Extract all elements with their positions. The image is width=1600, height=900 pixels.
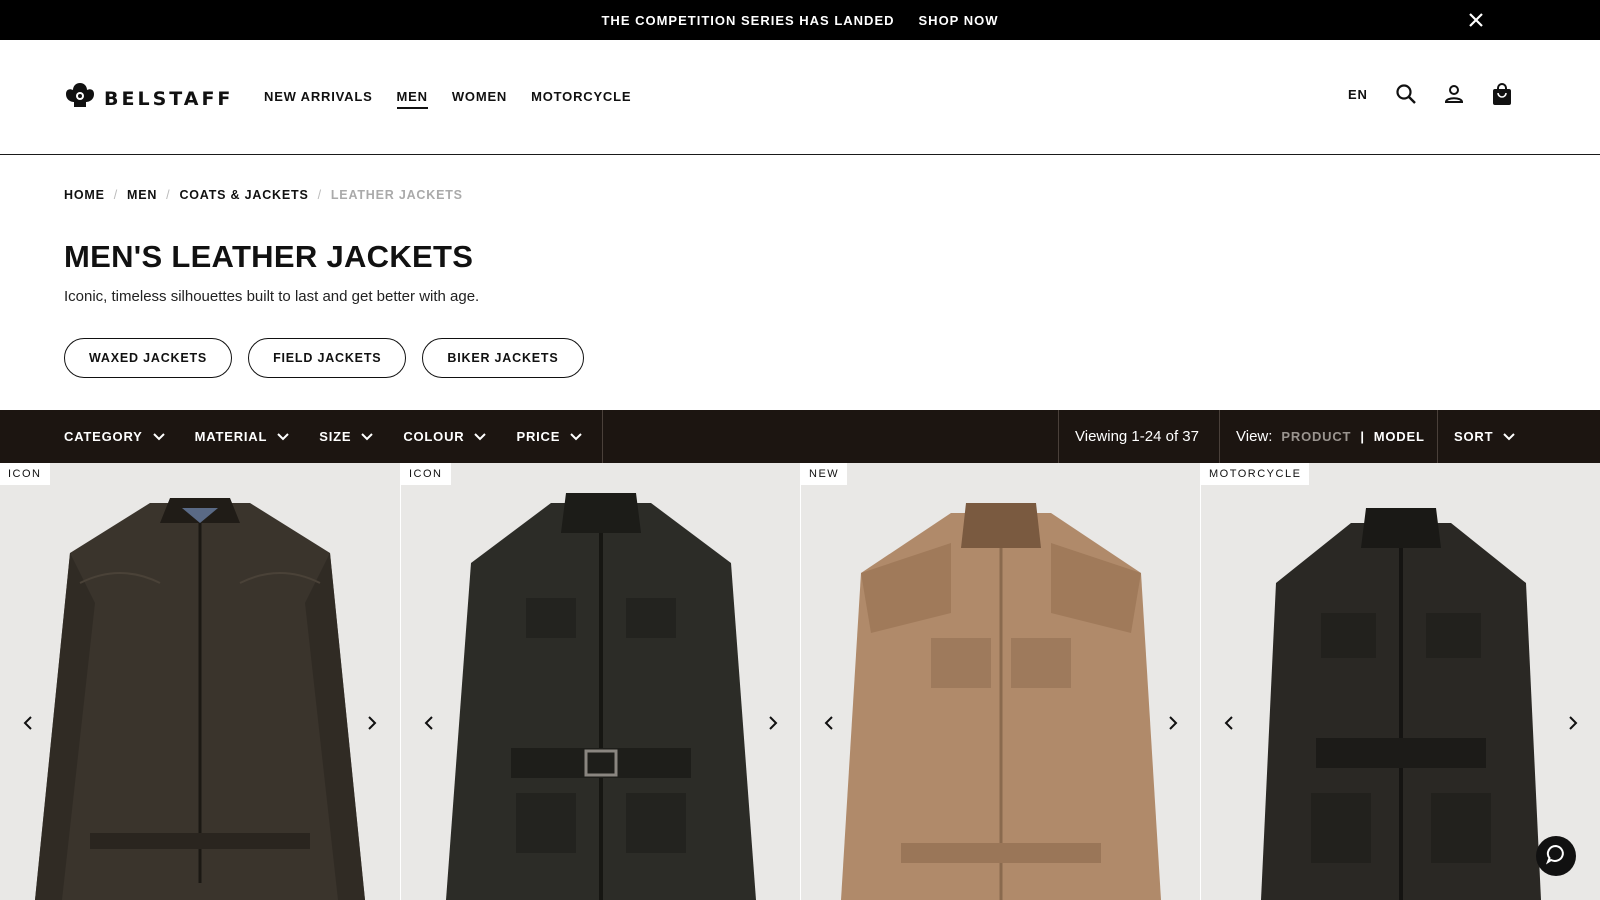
product-badge: ICON — [401, 463, 451, 485]
chevron-left-icon[interactable] — [819, 713, 839, 733]
chip-field-jackets[interactable]: FIELD JACKETS — [248, 338, 407, 378]
product-image — [841, 503, 1161, 900]
search-icon[interactable] — [1394, 82, 1418, 106]
product-card[interactable]: ICON — [0, 463, 400, 900]
filter-divider — [1437, 410, 1438, 463]
results-count: Viewing 1-24 of 37 — [1075, 428, 1199, 445]
filter-size[interactable]: SIZE — [319, 429, 374, 444]
breadcrumb-separator: / — [113, 188, 118, 202]
chevron-right-icon[interactable] — [1163, 713, 1183, 733]
product-card[interactable]: MOTORCYCLE — [1200, 463, 1600, 900]
phoenix-logo-icon — [64, 80, 96, 117]
breadcrumb-home[interactable]: HOME — [64, 188, 105, 202]
breadcrumb: HOME / MEN / COATS & JACKETS / LEATHER J… — [64, 188, 463, 202]
nav-men[interactable]: MEN — [396, 89, 428, 109]
product-badge: MOTORCYCLE — [1201, 463, 1310, 485]
site-header: BELSTAFF NEW ARRIVALS MEN WOMEN MOTORCYC… — [0, 40, 1600, 155]
filter-label: CATEGORY — [64, 429, 143, 444]
filter-divider — [602, 410, 603, 463]
filter-label: MATERIAL — [194, 429, 268, 444]
view-product-option[interactable]: PRODUCT — [1281, 429, 1351, 444]
filter-label: SIZE — [319, 429, 352, 444]
filter-colour[interactable]: COLOUR — [403, 429, 487, 444]
chevron-down-icon — [361, 429, 374, 444]
promo-shop-now-link[interactable]: SHOP NOW — [919, 13, 999, 28]
category-chips: WAXED JACKETS FIELD JACKETS BIKER JACKET… — [64, 338, 584, 378]
product-card[interactable]: ICON — [400, 463, 800, 900]
product-grid: ICON ICON NEW MOTORCYCLE — [0, 463, 1600, 900]
shopping-bag-icon[interactable] — [1490, 82, 1514, 106]
product-card[interactable]: NEW — [800, 463, 1200, 900]
promo-text: THE COMPETITION SERIES HAS LANDED — [601, 12, 895, 28]
view-model-option[interactable]: MODEL — [1374, 429, 1425, 444]
brand-logo[interactable]: BELSTAFF — [64, 80, 233, 117]
chevron-right-icon[interactable] — [763, 713, 783, 733]
page-title: MEN'S LEATHER JACKETS — [64, 239, 474, 274]
filter-divider — [1219, 410, 1220, 463]
chevron-down-icon — [152, 429, 165, 444]
nav-women[interactable]: WOMEN — [452, 89, 507, 109]
language-selector[interactable]: EN — [1348, 87, 1370, 102]
filter-label: PRICE — [516, 429, 561, 444]
product-badge: ICON — [0, 463, 50, 485]
chevron-left-icon[interactable] — [1219, 713, 1239, 733]
main-nav: NEW ARRIVALS MEN WOMEN MOTORCYCLE — [264, 89, 631, 109]
chevron-right-icon[interactable] — [1563, 713, 1583, 733]
product-image — [35, 498, 365, 900]
chevron-left-icon[interactable] — [18, 713, 38, 733]
breadcrumb-men[interactable]: MEN — [127, 188, 157, 202]
breadcrumb-current: LEATHER JACKETS — [330, 188, 463, 202]
product-badge: NEW — [801, 463, 848, 485]
promo-bar: THE COMPETITION SERIES HAS LANDED SHOP N… — [0, 0, 1600, 40]
account-icon[interactable] — [1442, 82, 1466, 106]
filter-price[interactable]: PRICE — [516, 429, 582, 444]
filter-material[interactable]: MATERIAL — [195, 429, 290, 444]
filter-list: CATEGORY MATERIAL SIZE COLOUR PRICE — [64, 410, 582, 463]
breadcrumb-coats-jackets[interactable]: COATS & JACKETS — [179, 188, 308, 202]
filter-bar: CATEGORY MATERIAL SIZE COLOUR PRICE View… — [0, 410, 1600, 463]
view-label: View: — [1236, 428, 1273, 445]
chat-bubble-icon — [1545, 843, 1567, 870]
chevron-down-icon — [474, 429, 487, 444]
filter-category[interactable]: CATEGORY — [64, 429, 165, 444]
chip-biker-jackets[interactable]: BIKER JACKETS — [422, 338, 584, 378]
product-image — [1261, 508, 1541, 900]
view-mode-toggle: View: PRODUCT | MODEL — [1236, 410, 1425, 463]
chat-button[interactable] — [1536, 836, 1576, 876]
brand-wordmark: BELSTAFF — [104, 87, 234, 110]
page-description: Iconic, timeless silhouettes built to la… — [64, 288, 480, 305]
sort-dropdown[interactable]: SORT — [1454, 410, 1516, 463]
nav-motorcycle[interactable]: MOTORCYCLE — [531, 89, 631, 109]
filter-divider — [1058, 410, 1059, 463]
breadcrumb-separator: / — [317, 188, 322, 202]
chip-waxed-jackets[interactable]: WAXED JACKETS — [64, 338, 233, 378]
header-utilities: EN — [1348, 82, 1514, 106]
product-image — [446, 493, 756, 900]
sort-label: SORT — [1454, 429, 1494, 444]
close-icon[interactable] — [1466, 10, 1486, 30]
view-separator: | — [1360, 429, 1365, 444]
chevron-right-icon[interactable] — [362, 713, 382, 733]
chevron-down-icon — [570, 429, 582, 444]
chevron-down-icon — [1503, 429, 1516, 444]
filter-label: COLOUR — [403, 429, 465, 444]
chevron-down-icon — [277, 429, 289, 444]
breadcrumb-separator: / — [166, 188, 171, 202]
nav-new-arrivals[interactable]: NEW ARRIVALS — [264, 89, 373, 109]
chevron-left-icon[interactable] — [419, 713, 439, 733]
